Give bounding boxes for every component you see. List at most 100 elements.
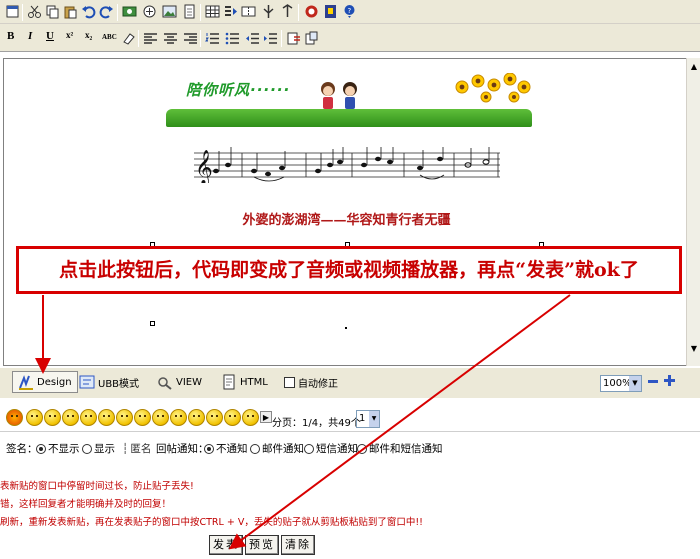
merge-cells-icon[interactable] — [240, 3, 257, 20]
song-title: 外婆的澎湖湾——华容知青行者无疆 — [242, 213, 451, 228]
design-icon — [19, 375, 33, 390]
insert-file-icon[interactable] — [181, 3, 198, 20]
tip-line-1: 表新贴的窗口中停留时间过长，防止贴子丢失! — [0, 481, 194, 492]
align-right-icon[interactable] — [182, 30, 199, 47]
editor-scrollbar[interactable]: ▲ ▼ — [686, 58, 700, 366]
sunflowers-icon — [455, 73, 531, 103]
html-icon — [223, 374, 235, 390]
instruction-text: 点击此按钮后，代码即变成了音频或视频播放器，再点“发表”就ok了 — [59, 259, 639, 281]
reply-notify-label: 回帖通知： — [156, 443, 209, 455]
new-document-icon[interactable] — [4, 3, 21, 20]
auto-fix-checkbox[interactable]: 自动修正 — [279, 371, 343, 393]
unlink-icon[interactable] — [303, 30, 320, 47]
next-emoticon-icon[interactable]: ▶ — [260, 411, 272, 423]
scroll-down-icon[interactable]: ▼ — [689, 344, 699, 354]
unordered-list-icon[interactable] — [224, 30, 241, 47]
emoticon-angry-icon[interactable] — [6, 409, 23, 426]
italic-icon[interactable]: I — [28, 30, 32, 42]
insert-row-icon[interactable] — [279, 3, 296, 20]
ubb-icon — [79, 375, 95, 389]
zoom-in-icon[interactable] — [663, 374, 676, 387]
emoticon-wink-icon[interactable] — [134, 409, 151, 426]
svg-text:𝄞: 𝄞 — [195, 150, 213, 183]
cut-icon[interactable] — [26, 3, 43, 20]
instruction-callout: 点击此按钮后，代码即变成了音频或视频播放器，再点“发表”就ok了 — [16, 246, 682, 294]
signature-show-option[interactable]: 显示 — [82, 441, 115, 456]
redo-icon[interactable] — [98, 3, 115, 20]
emoticon-think-icon[interactable] — [44, 409, 61, 426]
paste-icon[interactable] — [62, 3, 79, 20]
sms-notify-option[interactable]: 短信通知 — [304, 441, 358, 456]
signature-hide-option[interactable]: 不显示 — [36, 441, 80, 456]
subscript-icon[interactable]: x₂ — [85, 30, 92, 40]
banner-text: 陪你听风······ — [186, 81, 291, 99]
emoticon-laugh-icon[interactable] — [26, 409, 43, 426]
editor-canvas[interactable]: 陪你听风······ 𝄞 外婆的澎湖湾——华容知青行者无疆 — [3, 58, 688, 366]
editor-mode-bar: Design UBB模式 VIEW HTML 自动修正 100% ▼ — [0, 368, 700, 398]
emoticon-page-info: 分页：1/4，共49个 — [272, 418, 361, 429]
ordered-list-icon[interactable] — [204, 30, 221, 47]
tip-line-2: 错，这样回复者才能明确并及时的回复！ — [0, 499, 172, 510]
svg-text:?: ? — [348, 7, 352, 15]
hyperlink-icon[interactable] — [285, 30, 302, 47]
emoticon-shock-icon[interactable] — [152, 409, 169, 426]
email-sms-notify-option[interactable]: 邮件和短信通知 — [357, 441, 443, 456]
radio-email-notify — [250, 443, 260, 454]
emoticon-cool-icon[interactable] — [80, 409, 97, 426]
anonymous-option[interactable]: ┆ 匿名 — [122, 441, 151, 456]
html-mode-button[interactable]: HTML — [216, 371, 273, 393]
emoticon-page-select[interactable]: 1 ▼ — [356, 410, 380, 428]
radio-signature-hide — [36, 443, 46, 454]
outdent-icon[interactable] — [244, 30, 261, 47]
tip-line-3: 刷新，重新发表新贴，再在发表贴子的窗口中按CTRL + V，丢失的贴子就从剪贴板… — [0, 517, 423, 528]
undo-icon[interactable] — [80, 3, 97, 20]
bold-icon[interactable]: B — [7, 30, 14, 42]
signature-label: 签名： — [6, 443, 38, 455]
superscript-icon[interactable]: x² — [66, 30, 73, 40]
copy-icon[interactable] — [44, 3, 61, 20]
post-options: 签名： 不显示 显示 ┆ 匿名 回帖通知： 不通知 邮件通知 短信通知 邮件和短… — [0, 438, 700, 458]
insert-image-icon[interactable] — [161, 3, 178, 20]
auto-fix-box[interactable] — [284, 376, 295, 388]
clear-button[interactable]: 清除 — [281, 535, 315, 555]
align-left-icon[interactable] — [142, 30, 159, 47]
emoticon-shy-icon[interactable] — [116, 409, 133, 426]
emoticon-dizzy-icon[interactable] — [224, 409, 241, 426]
insert-code-icon[interactable] — [322, 3, 339, 20]
design-mode-button[interactable]: Design — [12, 371, 78, 393]
special-char-icon[interactable] — [303, 3, 320, 20]
selection-handle[interactable] — [150, 321, 155, 326]
emoticon-sleepy-icon[interactable] — [188, 409, 205, 426]
emoticon-grin-icon[interactable] — [98, 409, 115, 426]
no-notify-option[interactable]: 不通知 — [204, 441, 248, 456]
emoticon-bar: ▶ 分页：1/4，共49个 1 ▼ — [0, 404, 700, 432]
underline-icon[interactable]: U — [46, 30, 54, 42]
scroll-up-icon[interactable]: ▲ — [689, 62, 699, 72]
emoticon-cry-icon[interactable] — [62, 409, 79, 426]
zoom-out-icon[interactable] — [648, 380, 658, 383]
insert-column-icon[interactable] — [222, 3, 239, 20]
split-cells-icon[interactable] — [260, 3, 277, 20]
table-icon[interactable] — [204, 3, 221, 20]
eraser-icon[interactable] — [120, 30, 137, 47]
strikethrough-icon[interactable]: ABC — [102, 33, 117, 41]
music-staff-image: 𝄞 — [194, 147, 500, 183]
emoticon-tongue-icon[interactable] — [170, 409, 187, 426]
radio-sms-notify — [304, 443, 314, 454]
toolbar-top: ? — [0, 0, 700, 24]
help-icon[interactable]: ? — [341, 3, 358, 20]
align-center-icon[interactable] — [162, 30, 179, 47]
cursor-dot — [345, 327, 347, 329]
view-mode-button[interactable]: VIEW — [152, 371, 207, 393]
emoticon-sweat-icon[interactable] — [206, 409, 223, 426]
insert-media-icon[interactable] — [121, 3, 138, 20]
indent-icon[interactable] — [262, 30, 279, 47]
zoom-select[interactable]: 100% ▼ — [600, 375, 642, 392]
emoticon-smile-icon[interactable] — [242, 409, 259, 426]
email-notify-option[interactable]: 邮件通知 — [250, 441, 304, 456]
radio-signature-show — [82, 443, 92, 454]
ubb-mode-button[interactable]: UBB模式 — [74, 371, 144, 393]
insert-flash-icon[interactable] — [141, 3, 158, 20]
post-button[interactable]: 发表 — [209, 535, 243, 555]
preview-button[interactable]: 预览 — [245, 535, 279, 555]
